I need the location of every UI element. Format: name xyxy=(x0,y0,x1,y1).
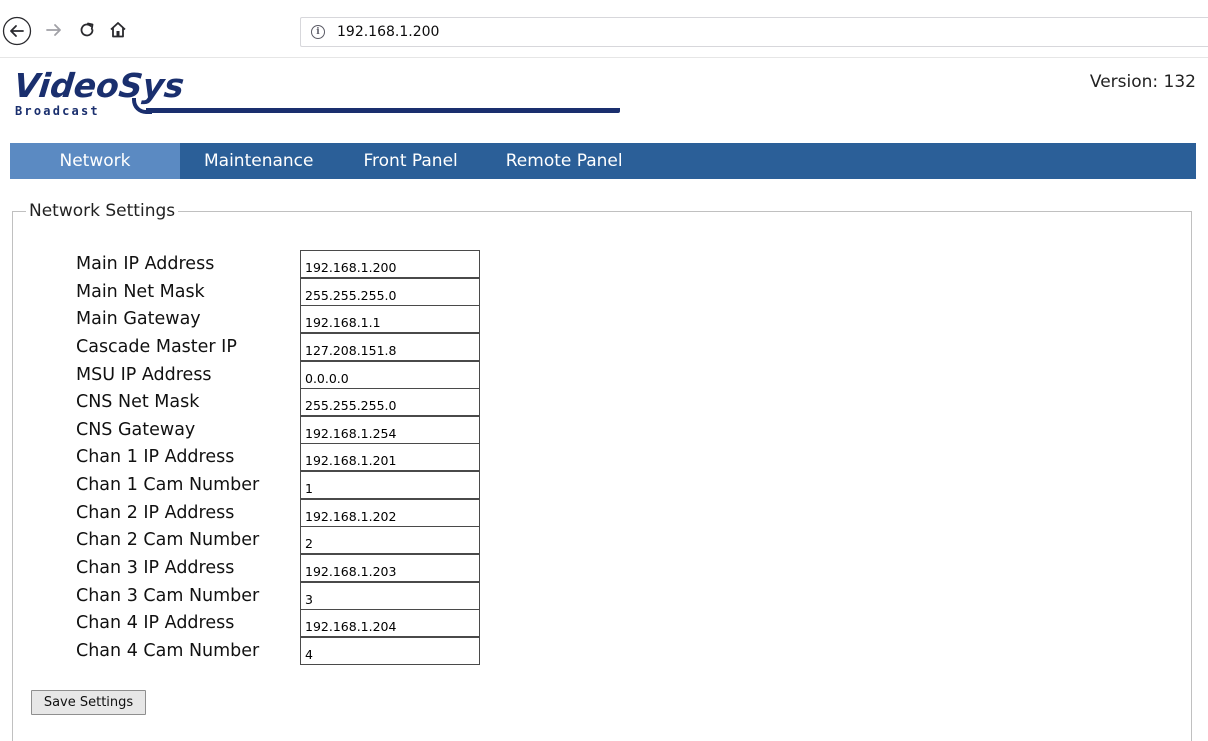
logo-swoosh xyxy=(146,108,620,113)
field-label: Main IP Address xyxy=(76,254,215,274)
logo-main-text: VideoSys xyxy=(12,66,186,105)
info-icon[interactable]: i xyxy=(311,25,325,39)
chan2-cam-input[interactable] xyxy=(300,526,480,555)
field-label: Chan 4 IP Address xyxy=(76,613,235,634)
menu-item-remote-panel[interactable]: Remote Panel xyxy=(482,143,647,179)
field-label: Main Net Mask xyxy=(76,281,205,302)
forward-arrow-icon[interactable] xyxy=(40,16,68,44)
chan1-cam-input[interactable] xyxy=(300,471,480,500)
fieldset-legend: Network Settings xyxy=(26,202,179,220)
cns-gateway-input[interactable] xyxy=(300,415,480,444)
back-arrow-icon[interactable] xyxy=(2,16,32,46)
url-bar[interactable]: i 192.168.1.200 xyxy=(300,17,1208,47)
chan2-ip-input[interactable] xyxy=(300,498,480,527)
chan3-cam-input[interactable] xyxy=(300,581,480,610)
field-label: Chan 1 IP Address xyxy=(76,447,235,468)
reload-icon[interactable] xyxy=(73,16,101,44)
save-settings-button[interactable]: Save Settings xyxy=(31,690,146,715)
main-ip-input[interactable] xyxy=(300,250,480,278)
version-label: Version: 132 xyxy=(1089,72,1196,92)
field-label: Cascade Master IP xyxy=(76,336,237,357)
field-label: Main Gateway xyxy=(76,309,201,330)
chan3-ip-input[interactable] xyxy=(300,554,480,583)
videosys-logo: VideoSys Broadcast xyxy=(12,66,624,128)
field-label: CNS Gateway xyxy=(76,419,196,440)
home-icon[interactable] xyxy=(104,16,132,44)
msu-ip-input[interactable] xyxy=(300,360,480,389)
field-label: Chan 2 IP Address xyxy=(76,502,235,523)
field-label: Chan 3 Cam Number xyxy=(76,585,260,606)
main-netmask-input[interactable] xyxy=(300,277,480,306)
main-menu: Network Maintenance Front Panel Remote P… xyxy=(10,143,1196,179)
field-label: Chan 4 Cam Number xyxy=(76,640,260,661)
menu-item-front-panel[interactable]: Front Panel xyxy=(339,143,481,179)
chan4-cam-input[interactable] xyxy=(300,636,480,665)
cascade-master-ip-input[interactable] xyxy=(300,332,480,361)
url-text: 192.168.1.200 xyxy=(337,24,440,40)
field-label: Chan 1 Cam Number xyxy=(76,475,260,496)
field-label: Chan 2 Cam Number xyxy=(76,530,260,551)
main-gateway-input[interactable] xyxy=(300,305,480,334)
menu-item-network[interactable]: Network xyxy=(10,143,180,179)
field-label: MSU IP Address xyxy=(76,364,212,385)
browser-toolbar: i 192.168.1.200 xyxy=(0,0,1208,58)
chan1-ip-input[interactable] xyxy=(300,443,480,472)
chan4-ip-input[interactable] xyxy=(300,609,480,638)
menu-item-maintenance[interactable]: Maintenance xyxy=(180,143,339,179)
logo-sub-text: Broadcast xyxy=(15,104,100,118)
cns-netmask-input[interactable] xyxy=(300,388,480,417)
field-label: CNS Net Mask xyxy=(76,392,200,413)
field-label: Chan 3 IP Address xyxy=(76,558,235,579)
